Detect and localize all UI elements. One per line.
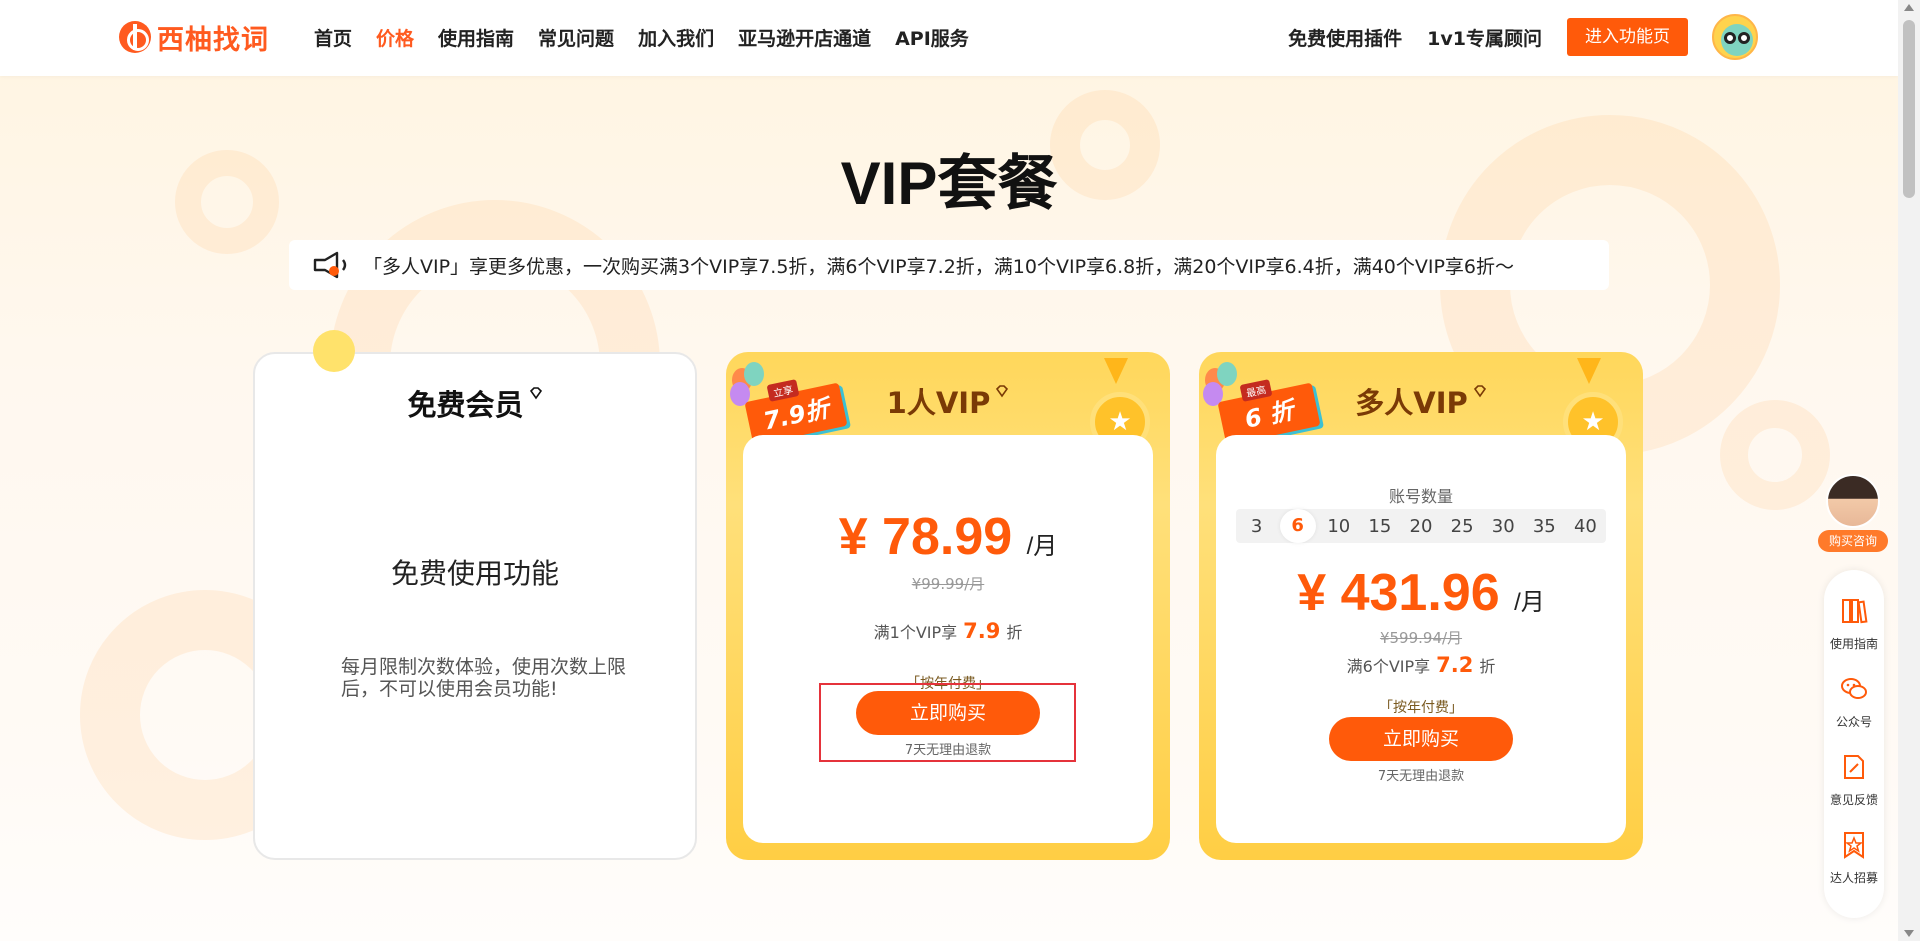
- account-option[interactable]: 15: [1362, 516, 1398, 537]
- plan-card-multi-vip: 最高 6 折 多人VIP 账号数量 3 6 10 15 20 25 30 35 …: [1199, 352, 1643, 860]
- tool-recruit[interactable]: 达人招募: [1824, 830, 1884, 886]
- purchase-consult[interactable]: 购买咨询: [1816, 474, 1890, 552]
- consult-label[interactable]: 购买咨询: [1818, 530, 1888, 552]
- nav-item-faq[interactable]: 常见问题: [538, 24, 614, 51]
- nav-item-join[interactable]: 加入我们: [638, 24, 714, 51]
- pricing-content: VIP套餐 「多人VIP」享更多优惠，一次购买满3个VIP享7.5折，满6个VI…: [0, 0, 1920, 941]
- account-option[interactable]: 3: [1239, 516, 1275, 537]
- enter-app-button[interactable]: 进入功能页: [1567, 18, 1688, 56]
- discount-line-single: 满1个VIP享 7.9 折: [873, 619, 1023, 643]
- nav-item-api[interactable]: API服务: [895, 24, 969, 51]
- top-header: 西柚找词 首页 价格 使用指南 常见问题 加入我们 亚马逊开店通道 API服务 …: [0, 0, 1898, 76]
- page-title: VIP套餐: [840, 150, 1058, 217]
- nav-item-pricing[interactable]: 价格: [376, 24, 414, 51]
- main-nav: 首页 价格 使用指南 常见问题 加入我们 亚马逊开店通道 API服务: [314, 24, 993, 51]
- tool-label: 达人招募: [1829, 871, 1878, 885]
- account-option[interactable]: 30: [1485, 516, 1521, 537]
- brand-logo[interactable]: 西柚找词: [119, 20, 269, 56]
- plan-card-free: 免费会员 免费使用功能 每月限制次数体验，使用次数上限后，不可以使用会员功能!: [253, 352, 697, 860]
- nav-item-amazon[interactable]: 亚马逊开店通道: [738, 24, 871, 51]
- user-avatar[interactable]: [1712, 14, 1758, 60]
- scroll-up-icon[interactable]: [1904, 4, 1914, 11]
- brand-name: 西柚找词: [157, 24, 269, 56]
- scroll-down-icon[interactable]: [1904, 930, 1914, 937]
- highlight-box: [819, 683, 1076, 762]
- tool-label: 使用指南: [1829, 637, 1878, 651]
- floating-toolbar: 使用指南 公众号 意见反馈 达人招募: [1824, 570, 1884, 918]
- tool-guide[interactable]: 使用指南: [1824, 596, 1884, 652]
- feedback-icon: [1844, 755, 1864, 779]
- nav-item-guide[interactable]: 使用指南: [438, 24, 514, 51]
- diamond-icon: [996, 385, 1009, 398]
- free-plan-feature: 免费使用功能: [390, 557, 559, 590]
- tool-label: 意见反馈: [1829, 793, 1878, 807]
- promo-notice-text: 「多人VIP」享更多优惠，一次购买满3个VIP享7.5折，满6个VIP享7.2折…: [363, 255, 1515, 278]
- refund-note-multi: 7天无理由退款: [1377, 769, 1465, 784]
- plan-card-single-vip: 立享 7.9折 1人VIP ¥ 78.99 /月 ¥99.99/月 满1个VIP…: [726, 352, 1170, 860]
- consultant-avatar[interactable]: [1826, 474, 1880, 528]
- megaphone-icon: [313, 251, 347, 279]
- account-count-selector: 3 6 10 15 20 25 30 35 40: [1236, 509, 1606, 543]
- free-plugin-link[interactable]: 免费使用插件: [1288, 24, 1402, 51]
- plan-body-multi: 账号数量 3 6 10 15 20 25 30 35 40 ¥ 431.96 /…: [1216, 435, 1626, 843]
- free-plan-desc: 每月限制次数体验，使用次数上限后，不可以使用会员功能!: [341, 656, 627, 700]
- tool-wechat[interactable]: 公众号: [1824, 674, 1884, 730]
- diamond-icon: [1473, 385, 1486, 398]
- star-badge-icon: [1844, 832, 1864, 859]
- price-single: ¥ 78.99 /月: [838, 508, 1058, 566]
- plan-body-single: ¥ 78.99 /月 ¥99.99/月 满1个VIP享 7.9 折 「按年付费」 立…: [743, 435, 1153, 843]
- scroll-thumb[interactable]: [1903, 20, 1915, 198]
- account-option-selected[interactable]: 6: [1279, 509, 1316, 543]
- wechat-icon: [1841, 678, 1867, 699]
- buy-button-multi[interactable]: 立即购买: [1329, 717, 1513, 761]
- book-icon: [1842, 599, 1868, 624]
- header-actions: 免费使用插件 1v1专属顾问 进入功能页: [1288, 18, 1688, 56]
- pay-type-multi: 「按年付费」: [1379, 700, 1463, 716]
- tool-label: 公众号: [1835, 715, 1872, 729]
- account-option[interactable]: 10: [1321, 516, 1357, 537]
- advisor-link[interactable]: 1v1专属顾问: [1427, 24, 1542, 51]
- original-price-multi: ¥599.94/月: [1379, 629, 1463, 647]
- decor-dot: [313, 330, 355, 372]
- tool-feedback[interactable]: 意见反馈: [1824, 752, 1884, 808]
- logo-icon: [119, 21, 151, 53]
- account-count-label: 账号数量: [1388, 487, 1453, 506]
- original-price-single: ¥99.99/月: [911, 575, 985, 593]
- page-scrollbar[interactable]: [1898, 0, 1920, 941]
- plan-title-free: 免费会员: [255, 382, 695, 424]
- account-option[interactable]: 35: [1526, 516, 1562, 537]
- nav-item-home[interactable]: 首页: [314, 24, 352, 51]
- diamond-icon: [529, 387, 542, 400]
- account-option[interactable]: 20: [1403, 516, 1439, 537]
- account-option[interactable]: 25: [1444, 516, 1480, 537]
- price-multi: ¥ 431.96 /月: [1297, 564, 1545, 622]
- discount-line-multi: 满6个VIP享 7.2 折: [1346, 653, 1496, 677]
- promo-notice: 「多人VIP」享更多优惠，一次购买满3个VIP享7.5折，满6个VIP享7.2折…: [289, 240, 1609, 290]
- account-option[interactable]: 40: [1567, 516, 1603, 537]
